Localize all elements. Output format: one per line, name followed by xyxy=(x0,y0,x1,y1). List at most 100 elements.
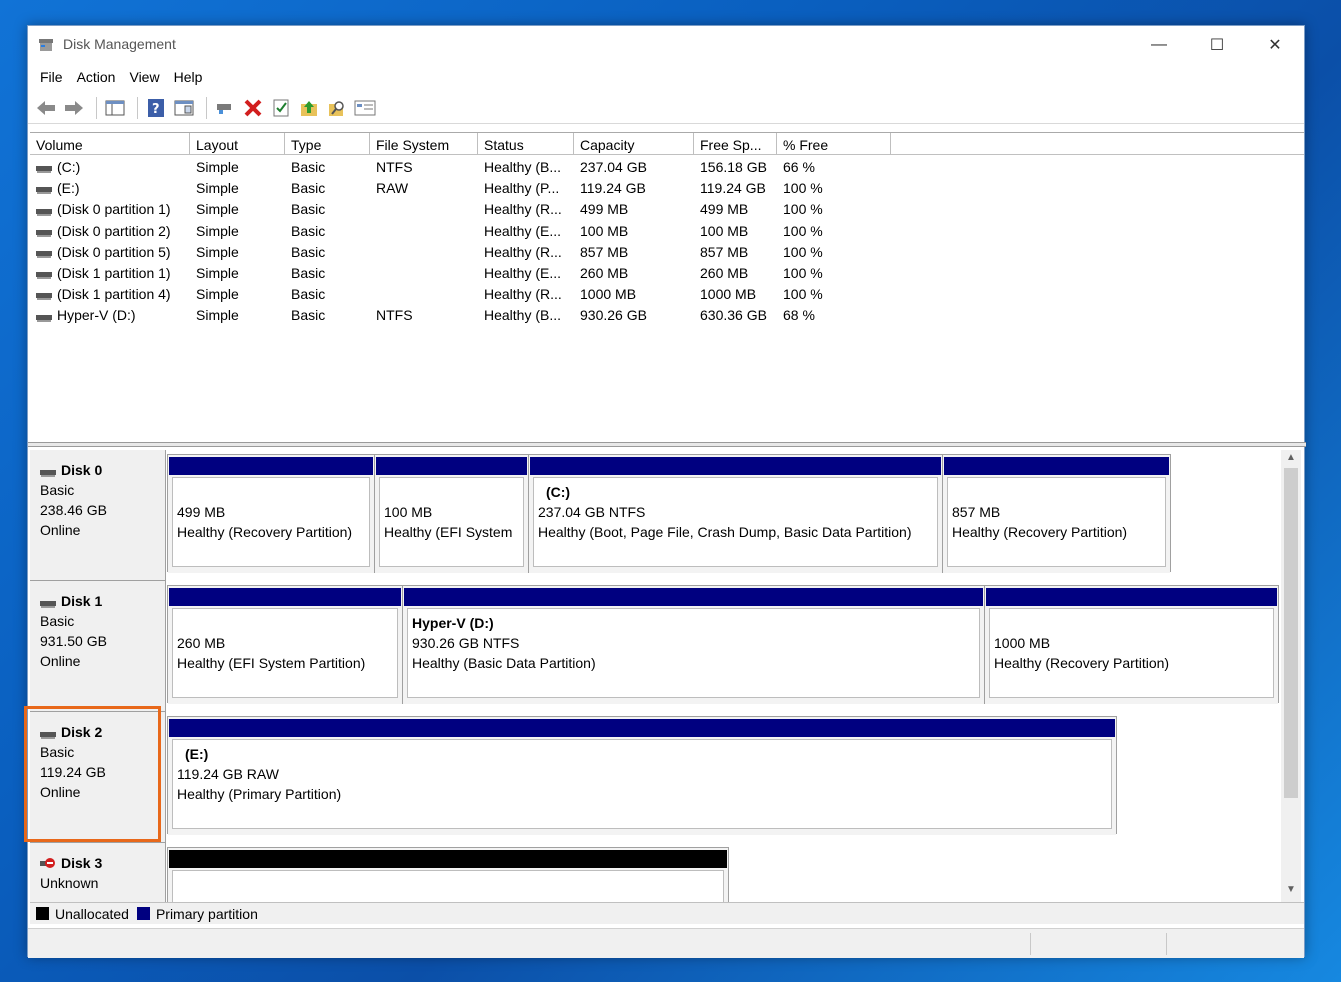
partition[interactable]: 1000 MB Healthy (Recovery Partition) xyxy=(985,586,1278,704)
volume-drive-icon xyxy=(36,310,52,322)
connect-drive-icon[interactable] xyxy=(213,96,237,120)
cell-free-space: 260 MB xyxy=(700,265,748,281)
cell-capacity-text: 499 MB xyxy=(580,201,629,218)
cell-percent-free: 100 % xyxy=(783,286,823,302)
column-header-layout[interactable]: Layout xyxy=(190,133,285,155)
pane-splitter[interactable] xyxy=(28,442,1306,447)
disk-status: Online xyxy=(40,653,81,669)
disk-label[interactable]: Disk 1 Basic 931.50 GB Online xyxy=(30,581,166,712)
cell-capacity-text: 260 MB xyxy=(580,265,629,281)
cell-status: Healthy (R... xyxy=(484,286,562,302)
column-header-type[interactable]: Type xyxy=(285,133,370,155)
partition[interactable]: 100 MB Healthy (EFI System xyxy=(375,455,529,573)
cell-volume-text: (Disk 0 partition 1) xyxy=(57,201,171,218)
cell-status-text: Healthy (R... xyxy=(484,201,562,218)
check-icon[interactable] xyxy=(269,96,293,120)
partition[interactable]: (E:) 119.24 GB RAW Healthy (Primary Partit… xyxy=(168,717,1116,835)
partition-size: 100 MB xyxy=(384,504,433,520)
partition[interactable]: 857 MB Healthy (Recovery Partition) xyxy=(943,455,1170,573)
maximize-button[interactable]: ☐ xyxy=(1188,26,1246,64)
cell-status: Healthy (R... xyxy=(484,244,562,260)
scroll-down-arrow-icon[interactable]: ▼ xyxy=(1281,884,1301,900)
cell-capacity-text: 100 MB xyxy=(580,222,629,239)
menu-help[interactable]: Help xyxy=(168,66,209,90)
search-icon[interactable] xyxy=(325,96,349,120)
column-header-file-system[interactable]: File System xyxy=(370,133,478,155)
volume-row[interactable]: (E:) Simple Basic RAW Healthy (P... 119.24 GB… xyxy=(30,178,1304,199)
column-header-status[interactable]: Status xyxy=(478,133,574,155)
partition[interactable]: Hyper-V (D:) 930.26 GB NTFS Healthy (Basic… xyxy=(403,586,985,704)
disk-row: Disk 3 Unknown xyxy=(30,843,1286,902)
partition-status: Healthy (EFI System xyxy=(384,524,513,540)
volume-row[interactable]: (Disk 0 partition 5) Simple Basic Healthy (… xyxy=(30,242,1304,263)
close-button[interactable]: ✕ xyxy=(1246,26,1304,64)
volume-drive-icon xyxy=(36,225,52,237)
volume-row[interactable]: (C:) Simple Basic NTFS Healthy (B... 237.04 G… xyxy=(30,157,1304,178)
settings-icon[interactable] xyxy=(353,96,377,120)
cell-status: Healthy (R... xyxy=(484,201,562,217)
cell-type: Basic xyxy=(291,244,325,260)
partition-name: (C:) xyxy=(546,484,571,500)
partition-size: 499 MB xyxy=(177,504,226,520)
forward-arrow-icon[interactable] xyxy=(62,96,86,120)
partition[interactable] xyxy=(168,848,728,902)
menu-view[interactable]: View xyxy=(123,66,165,90)
column-header-capacity[interactable]: Capacity xyxy=(574,133,694,155)
cell-percent-free: 68 % xyxy=(783,307,815,323)
column-header-free-space[interactable]: Free Sp... xyxy=(694,133,777,155)
disk-row: Disk 2 Basic 119.24 GB Online (E:) 119.24… xyxy=(30,712,1286,843)
cell-type: Basic xyxy=(291,180,325,196)
properties-icon[interactable] xyxy=(172,96,196,120)
status-bar xyxy=(28,928,1304,958)
cell-percent-free: 100 % xyxy=(783,265,823,281)
volume-row[interactable]: Hyper-V (D:) Simple Basic NTFS Healthy (B...… xyxy=(30,305,1304,326)
cell-capacity-text: 930.26 GB xyxy=(580,307,647,324)
volume-row[interactable]: (Disk 0 partition 2) Simple Basic Healthy (… xyxy=(30,221,1304,242)
partition-status: Healthy (EFI System Partition) xyxy=(177,655,366,671)
disk-name: Disk 1 xyxy=(61,593,103,609)
cell-status: Healthy (B... xyxy=(484,307,561,323)
cell-volume-text: (C:) xyxy=(57,159,81,175)
cell-capacity-text: 237.04 GB xyxy=(580,159,647,175)
graphical-view-scrollbar[interactable]: ▲ ▼ xyxy=(1281,450,1301,902)
cell-free-space: 857 MB xyxy=(700,244,748,260)
cell-volume: (Disk 0 partition 1) xyxy=(36,201,171,217)
cell-layout: Simple xyxy=(196,201,239,217)
partition[interactable]: (C:) 237.04 GB NTFS Healthy (Boot, Page Fi… xyxy=(529,455,943,573)
menu-action[interactable]: Action xyxy=(71,66,122,90)
cell-free-space: 630.36 GB xyxy=(700,307,767,323)
help-icon[interactable]: ? xyxy=(144,96,168,120)
legend-swatch-unallocated xyxy=(36,907,49,920)
volume-row[interactable]: (Disk 0 partition 1) Simple Basic Healthy (… xyxy=(30,199,1304,220)
partition-type-bar xyxy=(376,457,527,475)
cell-free-space: 1000 MB xyxy=(700,286,756,302)
cell-capacity: 1000 MB xyxy=(580,286,636,302)
up-folder-icon[interactable] xyxy=(297,96,321,120)
volume-row[interactable]: (Disk 1 partition 1) Simple Basic Healthy (… xyxy=(30,263,1304,284)
disk-management-app-icon xyxy=(38,37,56,53)
scrollbar-thumb[interactable] xyxy=(1284,468,1298,798)
column-header-percent-free[interactable]: % Free xyxy=(777,133,891,155)
cell-percent-free-text: 68 % xyxy=(783,307,815,324)
delete-icon[interactable] xyxy=(241,96,265,120)
cell-volume-text: (Disk 0 partition 2) xyxy=(57,222,171,239)
disk-label[interactable]: Disk 0 Basic 238.46 GB Online xyxy=(30,450,166,581)
console-tree-icon[interactable] xyxy=(103,96,127,120)
cell-file-system-text: RAW xyxy=(376,180,409,197)
partition-type-bar xyxy=(404,588,983,606)
scroll-up-arrow-icon[interactable]: ▲ xyxy=(1281,452,1301,468)
volume-row[interactable]: (Disk 1 partition 4) Simple Basic Healthy (… xyxy=(30,284,1304,305)
cell-file-system-text: NTFS xyxy=(376,159,413,175)
cell-free-space-text: 1000 MB xyxy=(700,286,757,303)
cell-volume-text: (Disk 1 partition 4) xyxy=(57,286,171,303)
disk-label[interactable]: Disk 3 Unknown xyxy=(30,843,166,902)
back-arrow-icon[interactable] xyxy=(34,96,58,120)
partition[interactable]: 260 MB Healthy (EFI System Partition) xyxy=(168,586,403,704)
partition[interactable]: 499 MB Healthy (Recovery Partition) xyxy=(168,455,375,573)
menu-file[interactable]: File xyxy=(34,66,69,90)
column-header-volume[interactable]: Volume xyxy=(30,133,190,155)
menu-bar: File Action View Help xyxy=(28,66,1304,90)
cell-volume-text: (Disk 0 partition 5) xyxy=(57,243,171,260)
cell-free-space-text: 119.24 GB xyxy=(700,180,766,197)
minimize-button[interactable]: — xyxy=(1130,26,1188,64)
